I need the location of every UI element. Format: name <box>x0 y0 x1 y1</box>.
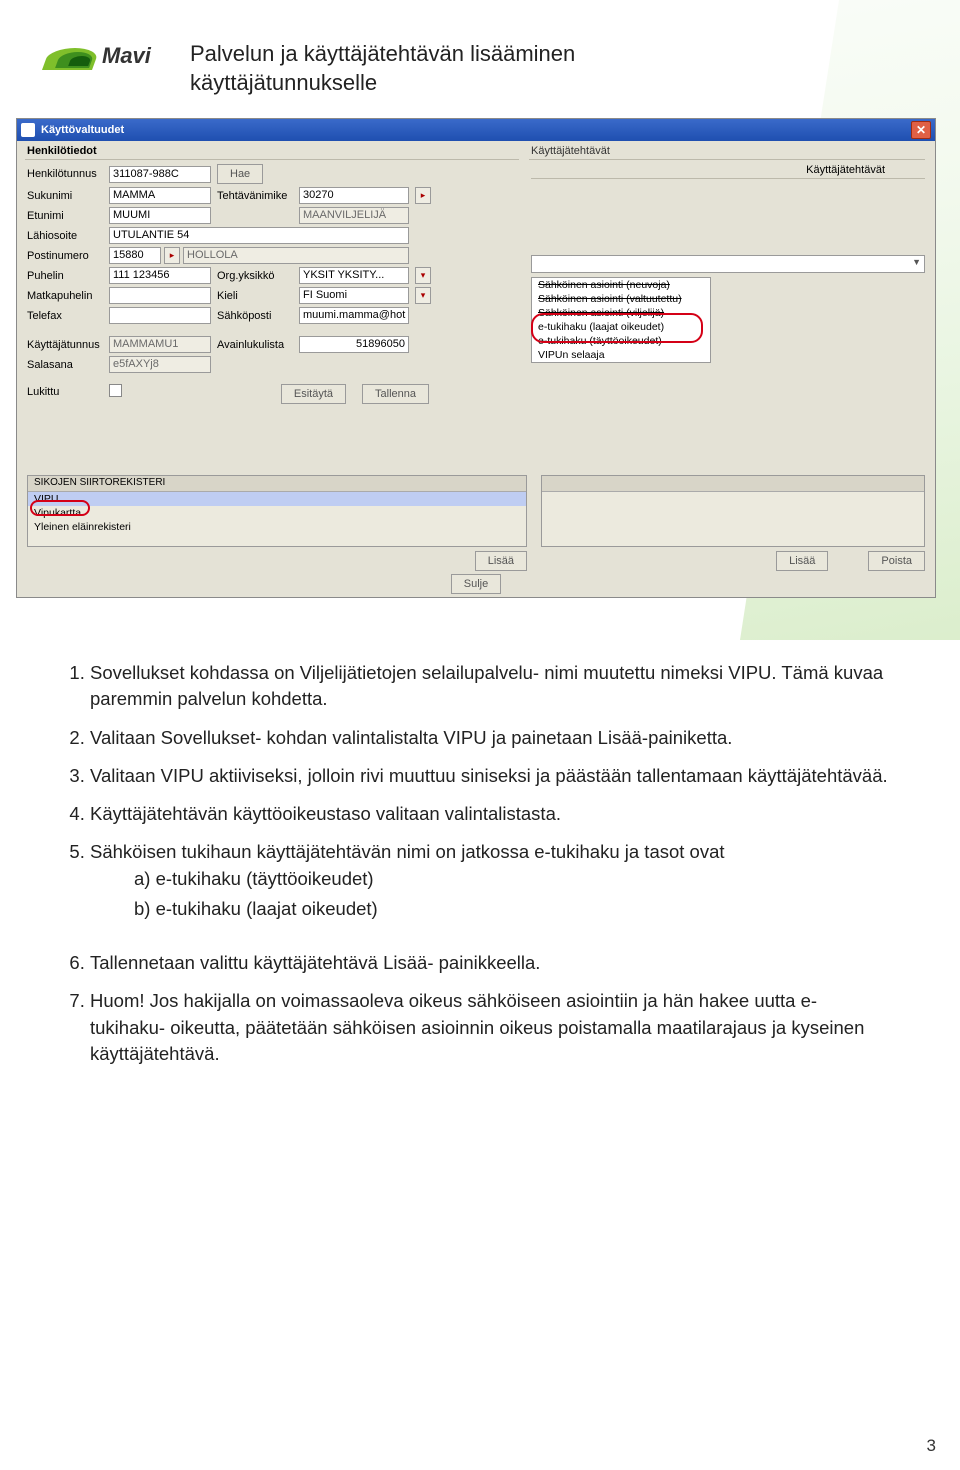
document-title: Palvelun ja käyttäjätehtävän lisääminen … <box>190 40 575 97</box>
input-henkilotunnus[interactable]: 311087-988C <box>109 166 211 183</box>
label-tehtavanimike: Tehtävänimike <box>217 190 293 202</box>
role-item[interactable]: VIPUn selaaja <box>532 348 710 362</box>
lookup-postinumero-icon[interactable]: ▸ <box>164 247 180 264</box>
input-matkapuhelin[interactable] <box>109 287 211 304</box>
poista-button[interactable]: Poista <box>868 551 925 571</box>
right-float-title: Käyttäjätehtävät <box>531 162 925 179</box>
logo-text: Mavi <box>102 43 151 69</box>
label-henkilotunnus: Henkilötunnus <box>27 168 103 180</box>
window-icon <box>21 123 35 137</box>
input-lahiosoite[interactable]: UTULANTIE 54 <box>109 227 409 244</box>
item-4: Käyttäjätehtävän käyttöoikeustaso valita… <box>90 801 890 827</box>
item-2: Valitaan Sovellukset- kohdan valintalist… <box>90 725 890 751</box>
hae-button[interactable]: Hae <box>217 164 263 184</box>
dropdown-icon[interactable]: ▾ <box>415 267 431 284</box>
checkbox-lukittu[interactable] <box>109 384 122 397</box>
item-3: Valitaan VIPU aktiiviseksi, jolloin rivi… <box>90 763 890 789</box>
input-etunimi[interactable]: MUUMI <box>109 207 211 224</box>
lookup-icon[interactable]: ▸ <box>415 187 431 204</box>
title-line-2: käyttäjätunnukselle <box>190 70 377 95</box>
item-5: Sähköisen tukihaun käyttäjätehtävän nimi… <box>90 839 890 922</box>
close-icon[interactable]: ✕ <box>911 121 931 139</box>
input-puhelin[interactable]: 111 123456 <box>109 267 211 284</box>
list-row-vipu[interactable]: VIPU <box>28 492 526 506</box>
tallenna-button[interactable]: Tallenna <box>362 384 429 404</box>
label-avainlukulista: Avainlukulista <box>217 339 293 351</box>
logo-swoosh-icon <box>46 42 96 70</box>
role-item[interactable]: e-tukihaku (täyttöoikeudet) <box>532 334 710 348</box>
item-6: Tallennetaan valittu käyttäjätehtävä Lis… <box>90 950 890 976</box>
label-matkapuhelin: Matkapuhelin <box>27 290 103 302</box>
list-header-right <box>542 476 924 492</box>
label-orgyksikko: Org.yksikkö <box>217 270 293 282</box>
item-1: Sovellukset kohdassa on Viljelijätietoje… <box>90 660 890 713</box>
input-kieli[interactable]: FI Suomi <box>299 287 409 304</box>
item-7: Huom! Jos hakijalla on voimassaoleva oik… <box>90 988 890 1067</box>
label-postinumero: Postinumero <box>27 250 103 262</box>
esitayta-button[interactable]: Esitäytä <box>281 384 346 404</box>
input-tehtavanimike-code[interactable]: 30270 <box>299 187 409 204</box>
sovellukset-list[interactable]: SIKOJEN SIIRTOREKISTERI VIPU Vipukartta … <box>27 475 527 547</box>
group-label-kayttajatehtavat: Käyttäjätehtävät <box>531 145 610 157</box>
label-lukittu: Lukittu <box>27 386 103 398</box>
title-line-1: Palvelun ja käyttäjätehtävän lisääminen <box>190 41 575 66</box>
role-item[interactable]: Sähköinen asiointi (viljelijä) <box>532 306 710 320</box>
item-5a: a) e-tukihaku (täyttöoikeudet) <box>134 866 890 892</box>
role-item[interactable]: e-tukihaku (laajat oikeudet) <box>532 320 710 334</box>
role-dropdown[interactable] <box>531 255 925 273</box>
group-label-henkilotiedot: Henkilötiedot <box>27 145 97 157</box>
dropdown-kieli-icon[interactable]: ▾ <box>415 287 431 304</box>
lisaa-sovellus-button[interactable]: Lisää <box>475 551 527 571</box>
label-lahiosoite: Lähiosoite <box>27 230 103 242</box>
input-salasana: e5fAXYj8 <box>109 356 211 373</box>
label-puhelin: Puhelin <box>27 270 103 282</box>
page-number: 3 <box>927 1436 936 1456</box>
role-list[interactable]: Sähköinen asiointi (neuvoja) Sähköinen a… <box>531 277 711 363</box>
lisaa-tehtava-button[interactable]: Lisää <box>776 551 828 571</box>
label-kieli: Kieli <box>217 290 293 302</box>
input-orgyksikko[interactable]: YKSIT YKSITY... <box>299 267 409 284</box>
list-row[interactable]: Vipukartta <box>28 506 526 520</box>
sovellukset-area: SIKOJEN SIIRTOREKISTERI VIPU Vipukartta … <box>17 475 935 571</box>
window-kayttovaltuudet: Käyttövaltuudet ✕ Henkilötiedot Henkilöt… <box>16 118 936 598</box>
role-item[interactable]: Sähköinen asiointi (valtuutettu) <box>532 292 710 306</box>
window-footer: Sulje <box>17 571 935 597</box>
label-salasana: Salasana <box>27 359 103 371</box>
input-telefax[interactable] <box>109 307 211 324</box>
label-sahkoposti: Sähköposti <box>217 310 293 322</box>
role-item[interactable]: Sähköinen asiointi (neuvoja) <box>532 278 710 292</box>
input-sukunimi[interactable]: MAMMA <box>109 187 211 204</box>
tehtavat-list[interactable] <box>541 475 925 547</box>
label-etunimi: Etunimi <box>27 210 103 222</box>
input-postinumero[interactable]: 15880 <box>109 247 161 264</box>
list-row[interactable]: Yleinen eläinrekisteri <box>28 520 526 534</box>
label-sukunimi: Sukunimi <box>27 190 103 202</box>
logo: Mavi <box>46 42 151 70</box>
item-5-lead: Sähköisen tukihaun käyttäjätehtävän nimi… <box>90 841 725 862</box>
label-kayttajatunnus: Käyttäjätunnus <box>27 339 103 351</box>
input-avainlukulista[interactable]: 51896050 <box>299 336 409 353</box>
input-kayttajatunnus: MAMMAMU1 <box>109 336 211 353</box>
item-5b: b) e-tukihaku (laajat oikeudet) <box>134 896 890 922</box>
window-title: Käyttövaltuudet <box>41 124 124 136</box>
input-tehtavanimike-text: MAANVILJELIJÄ <box>299 207 409 224</box>
label-telefax: Telefax <box>27 310 103 322</box>
window-titlebar[interactable]: Käyttövaltuudet ✕ <box>17 119 935 141</box>
sulje-button[interactable]: Sulje <box>451 574 501 594</box>
list-header: SIKOJEN SIIRTOREKISTERI <box>28 476 526 492</box>
input-sahkoposti[interactable]: muumi.mamma@hot <box>299 307 409 324</box>
numbered-body-text: Sovellukset kohdassa on Viljelijätietoje… <box>60 660 890 1079</box>
input-postitoimipaikka: HOLLOLA <box>183 247 409 264</box>
